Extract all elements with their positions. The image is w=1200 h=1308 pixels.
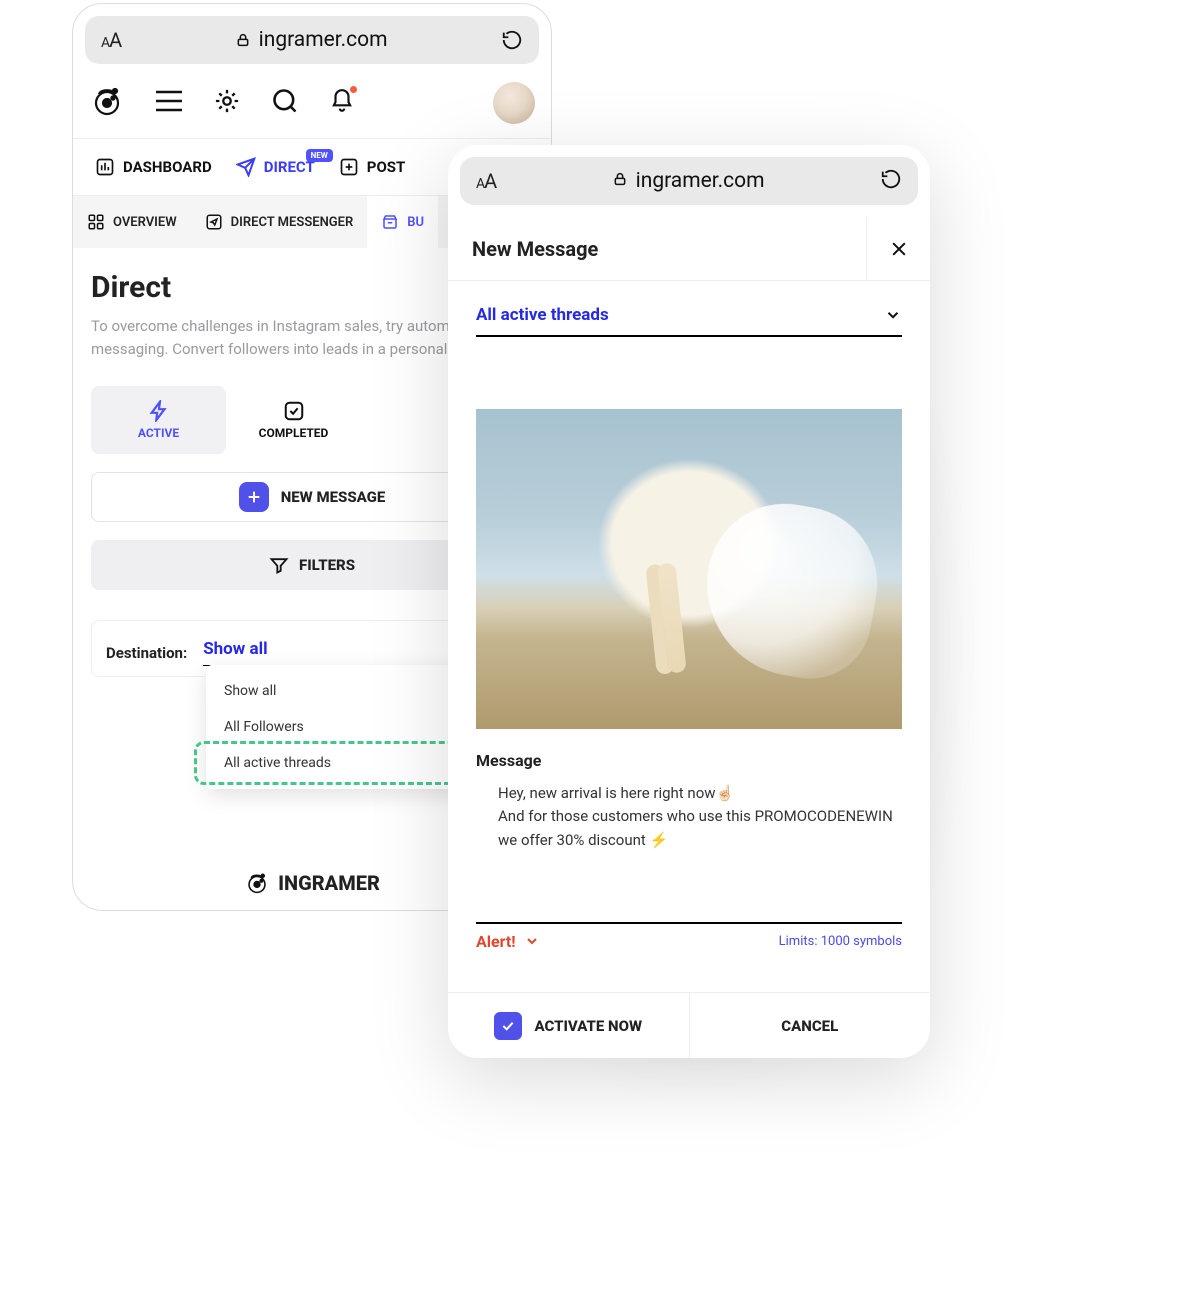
url-display[interactable]: ingramer.com — [235, 28, 388, 52]
thread-select-value: All active threads — [476, 305, 609, 325]
bell-icon[interactable] — [329, 88, 355, 118]
notification-dot — [350, 86, 357, 93]
limits-text: Limits: 1000 symbols — [779, 934, 902, 949]
subtab-overview[interactable]: OVERVIEW — [73, 196, 191, 248]
text-size-control[interactable]: AA — [476, 169, 496, 193]
activate-label: ACTIVATE NOW — [534, 1017, 642, 1035]
tab-dashboard-label: DASHBOARD — [123, 158, 212, 176]
dropdown-option[interactable]: All Followers — [206, 709, 466, 745]
destination-dropdown: Show all All Followers All active thread… — [206, 665, 466, 789]
message-label: Message — [476, 751, 902, 770]
message-text[interactable]: Hey, new arrival is here right now☝🏻 And… — [476, 782, 902, 852]
app-logo-icon — [89, 83, 125, 123]
activate-button[interactable]: ACTIVATE NOW — [448, 993, 689, 1058]
reload-icon[interactable] — [880, 168, 902, 194]
filters-label: FILTERS — [299, 556, 355, 574]
close-icon — [889, 239, 909, 259]
modal-header: New Message — [448, 217, 930, 281]
tab-post-label: POST — [367, 158, 406, 176]
cancel-button[interactable]: CANCEL — [689, 993, 931, 1058]
gear-icon[interactable] — [213, 87, 241, 119]
new-message-label: NEW MESSAGE — [281, 488, 386, 506]
url-text: ingramer.com — [636, 169, 765, 193]
hamburger-icon[interactable] — [155, 90, 183, 116]
text-size-control[interactable]: AA — [101, 28, 121, 52]
lock-icon — [612, 169, 628, 193]
limits-row: Alert! Limits: 1000 symbols — [476, 932, 902, 951]
address-bar: AA ingramer.com — [85, 16, 539, 64]
tab-post[interactable]: POST — [327, 157, 418, 177]
status-active-label: ACTIVE — [138, 426, 179, 440]
subtab-direct-messenger[interactable]: DIRECT MESSENGER — [191, 196, 368, 248]
close-button[interactable] — [866, 217, 930, 281]
plus-icon — [239, 482, 269, 512]
tab-dashboard[interactable]: DASHBOARD — [83, 157, 224, 177]
app-header — [73, 64, 551, 138]
url-display[interactable]: ingramer.com — [612, 169, 765, 193]
avatar[interactable] — [493, 82, 535, 124]
search-icon[interactable] — [271, 87, 299, 119]
destination-value: Show all — [203, 639, 267, 659]
modal-title: New Message — [472, 237, 598, 261]
cancel-label: CANCEL — [781, 1017, 838, 1035]
message-divider — [476, 922, 902, 924]
lock-icon — [235, 32, 251, 48]
chevron-down-icon — [884, 306, 902, 324]
reload-icon[interactable] — [501, 29, 523, 51]
filter-icon — [269, 555, 289, 575]
destination-label: Destination: — [106, 644, 187, 662]
tab-direct[interactable]: DIRECT NEW — [224, 157, 327, 177]
subtab-bulk-label: BU — [407, 215, 424, 230]
footer-brand-text: INGRAMER — [278, 871, 380, 895]
subtab-bulk[interactable]: BU — [367, 196, 438, 248]
attached-image[interactable] — [476, 409, 902, 729]
brand-logo-icon — [244, 870, 270, 896]
alert-toggle[interactable]: Alert! — [476, 932, 540, 951]
phone-right: AA ingramer.com New Message All active t… — [448, 145, 930, 1058]
address-bar-right: AA ingramer.com — [460, 157, 918, 205]
status-active[interactable]: ACTIVE — [91, 386, 226, 454]
alert-label: Alert! — [476, 932, 516, 951]
url-text: ingramer.com — [259, 28, 388, 52]
modal-body: All active threads Message Hey, new arri… — [448, 281, 930, 951]
modal-footer: ACTIVATE NOW CANCEL — [448, 992, 930, 1058]
thread-select[interactable]: All active threads — [476, 299, 902, 337]
check-icon — [494, 1012, 522, 1040]
status-completed-label: COMPLETED — [259, 426, 329, 440]
status-completed[interactable]: COMPLETED — [226, 386, 361, 454]
dropdown-option[interactable]: Show all — [206, 673, 466, 709]
subtab-overview-label: OVERVIEW — [113, 215, 177, 230]
chevron-down-icon — [524, 933, 540, 949]
subtab-dm-label: DIRECT MESSENGER — [231, 215, 354, 230]
dropdown-option-highlighted[interactable]: All active threads — [206, 745, 466, 781]
